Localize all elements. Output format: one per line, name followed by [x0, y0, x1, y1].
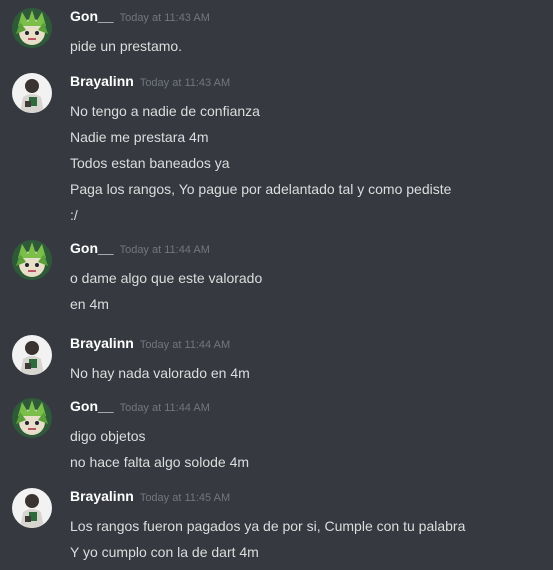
username[interactable]: Gon__: [70, 8, 114, 24]
message-group: Brayalinn Today at 11:44 AM No hay nada va…: [0, 335, 553, 391]
avatar-brayalinn[interactable]: [12, 335, 52, 375]
message-text: pide un prestamo.: [70, 38, 183, 54]
message-text: en 4m: [70, 296, 109, 312]
timestamp: Today at 11:45 AM: [139, 492, 231, 504]
message-text: Y yo cumplo con la de dart 4m: [70, 544, 259, 560]
timestamp: Today at 11:43 AM: [139, 77, 231, 89]
username[interactable]: Brayalinn: [70, 488, 134, 504]
message-text: no hace falta algo solode 4m: [70, 454, 250, 470]
message-text: digo objetos: [70, 428, 146, 444]
username[interactable]: Brayalinn: [70, 335, 134, 351]
message-text: No hay nada valorado en 4m: [70, 365, 250, 381]
message-group: Brayalinn Today at 11:43 AM No tengo a nad…: [0, 73, 553, 233]
message-text: Paga los rangos, Yo pague por adelantado…: [70, 181, 452, 197]
message-header: Brayalinn Today at 11:45 AM: [70, 488, 230, 506]
message-text: No tengo a nadie de confianza: [70, 103, 260, 119]
username[interactable]: Gon__: [70, 240, 114, 256]
timestamp: Today at 11:44 AM: [119, 244, 210, 256]
message-header: Gon__ Today at 11:44 AM: [70, 240, 210, 258]
message-header: Gon__ Today at 11:43 AM: [70, 8, 210, 26]
message-text: Los rangos fueron pagados ya de por si, …: [70, 518, 466, 534]
username[interactable]: Brayalinn: [70, 73, 134, 89]
timestamp: Today at 11:44 AM: [139, 339, 231, 351]
avatar-brayalinn[interactable]: [12, 73, 52, 113]
avatar-gon[interactable]: [12, 398, 52, 438]
message-text: Todos estan baneados ya: [70, 155, 230, 171]
avatar-brayalinn[interactable]: [12, 488, 52, 528]
avatar-gon[interactable]: [12, 240, 52, 280]
message-text: :/: [70, 207, 78, 223]
message-group: Gon__ Today at 11:44 AM digo objetos no hac…: [0, 398, 553, 480]
message-header: Brayalinn Today at 11:44 AM: [70, 335, 230, 353]
timestamp: Today at 11:44 AM: [119, 402, 210, 414]
timestamp: Today at 11:43 AM: [119, 12, 210, 24]
message-text: o dame algo que este valorado: [70, 270, 263, 286]
avatar-gon[interactable]: [12, 8, 52, 48]
message-group: Gon__ Today at 11:43 AM pide un prestamo.: [0, 8, 553, 64]
message-header: Brayalinn Today at 11:43 AM: [70, 73, 230, 91]
message-group: Brayalinn Today at 11:45 AM Los rangos fue…: [0, 488, 553, 570]
username[interactable]: Gon__: [70, 398, 114, 414]
message-header: Gon__ Today at 11:44 AM: [70, 398, 210, 416]
message-text: Nadie me prestara 4m: [70, 129, 209, 145]
chat-message-list: Gon__ Today at 11:43 AM pide un prestamo. …: [0, 0, 553, 570]
message-group: Gon__ Today at 11:44 AM o dame algo que es…: [0, 240, 553, 322]
